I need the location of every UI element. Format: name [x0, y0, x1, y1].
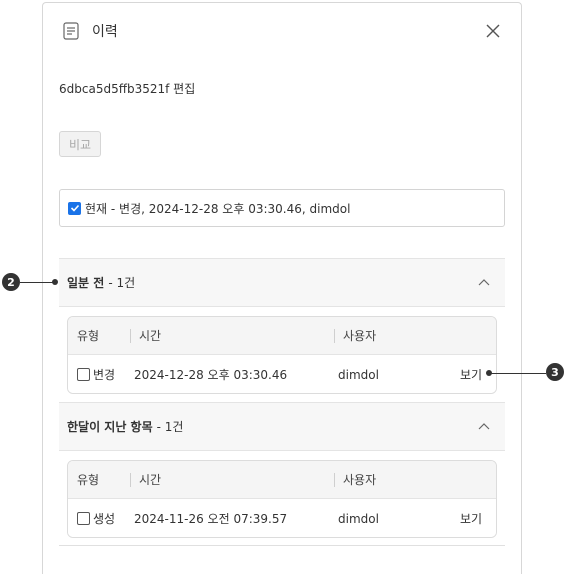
compare-button[interactable]: 비교 [59, 131, 101, 157]
column-time: 시간 [139, 329, 162, 343]
table-header: 유형 시간 사용자 [68, 461, 496, 499]
history-table: 유형 시간 사용자 생성 2024-11-26 오전 07:39.57 dimd… [67, 460, 497, 538]
annotation-marker-2: 2 [2, 273, 20, 291]
group-title: 일분 전 [67, 276, 105, 290]
row-type-cell[interactable]: 변경 [77, 355, 116, 393]
history-panel: 이력 6dbca5d5ffb3521f 편집 비교 현재 - 변경, 2024-… [42, 2, 522, 574]
column-user: 사용자 [343, 473, 377, 487]
current-version-label: 현재 - 변경, 2024-12-28 오후 03:30.46, dimdol [85, 201, 351, 216]
panel-title: 이력 [92, 24, 118, 40]
table-row: 변경 2024-12-28 오후 03:30.46 dimdol 보기 [68, 355, 496, 393]
column-divider [334, 329, 335, 343]
current-version-item[interactable]: 현재 - 변경, 2024-12-28 오후 03:30.46, dimdol [59, 189, 505, 227]
group-header-minute-ago[interactable]: 일분 전 - 1건 [59, 258, 505, 307]
current-version-checkbox[interactable] [68, 201, 81, 215]
row-time: 2024-11-26 오전 07:39.57 [134, 512, 288, 526]
view-link[interactable]: 보기 [460, 499, 482, 537]
check-icon [70, 204, 79, 212]
column-divider [130, 329, 131, 343]
annotation-dot [52, 279, 58, 285]
column-user: 사용자 [343, 329, 377, 343]
row-type: 생성 [93, 512, 116, 526]
row-type-cell[interactable]: 생성 [77, 499, 116, 537]
document-id-title: 6dbca5d5ffb3521f 편집 [59, 82, 196, 96]
group-header-older-than-month[interactable]: 한달이 지난 항목 - 1건 [59, 402, 505, 451]
column-type: 유형 [77, 473, 100, 487]
history-table: 유형 시간 사용자 변경 2024-12-28 오후 03:30.46 dimd… [67, 316, 497, 394]
row-user: dimdol [338, 367, 379, 382]
table-header: 유형 시간 사용자 [68, 317, 496, 355]
column-divider [130, 473, 131, 487]
chevron-up-icon[interactable] [478, 422, 490, 430]
row-user: dimdol [338, 511, 379, 526]
row-checkbox[interactable] [77, 368, 90, 381]
chevron-up-icon[interactable] [478, 278, 490, 286]
row-checkbox[interactable] [77, 512, 90, 525]
column-type: 유형 [77, 329, 100, 343]
view-link[interactable]: 보기 [460, 355, 482, 393]
row-time: 2024-12-28 오후 03:30.46 [134, 368, 288, 382]
column-time: 시간 [139, 473, 162, 487]
document-icon [63, 22, 79, 40]
group-title: 한달이 지난 항목 [67, 420, 153, 434]
close-icon[interactable] [483, 21, 503, 41]
table-row: 생성 2024-11-26 오전 07:39.57 dimdol 보기 [68, 499, 496, 537]
annotation-marker-3: 3 [546, 363, 564, 381]
panel-header: 이력 [43, 3, 521, 59]
annotation-line [490, 373, 546, 374]
row-type: 변경 [93, 368, 116, 382]
group-count: - 1건 [156, 420, 184, 434]
column-divider [334, 473, 335, 487]
group-count: - 1건 [108, 276, 136, 290]
annotation-line [20, 282, 54, 283]
divider [59, 545, 505, 546]
